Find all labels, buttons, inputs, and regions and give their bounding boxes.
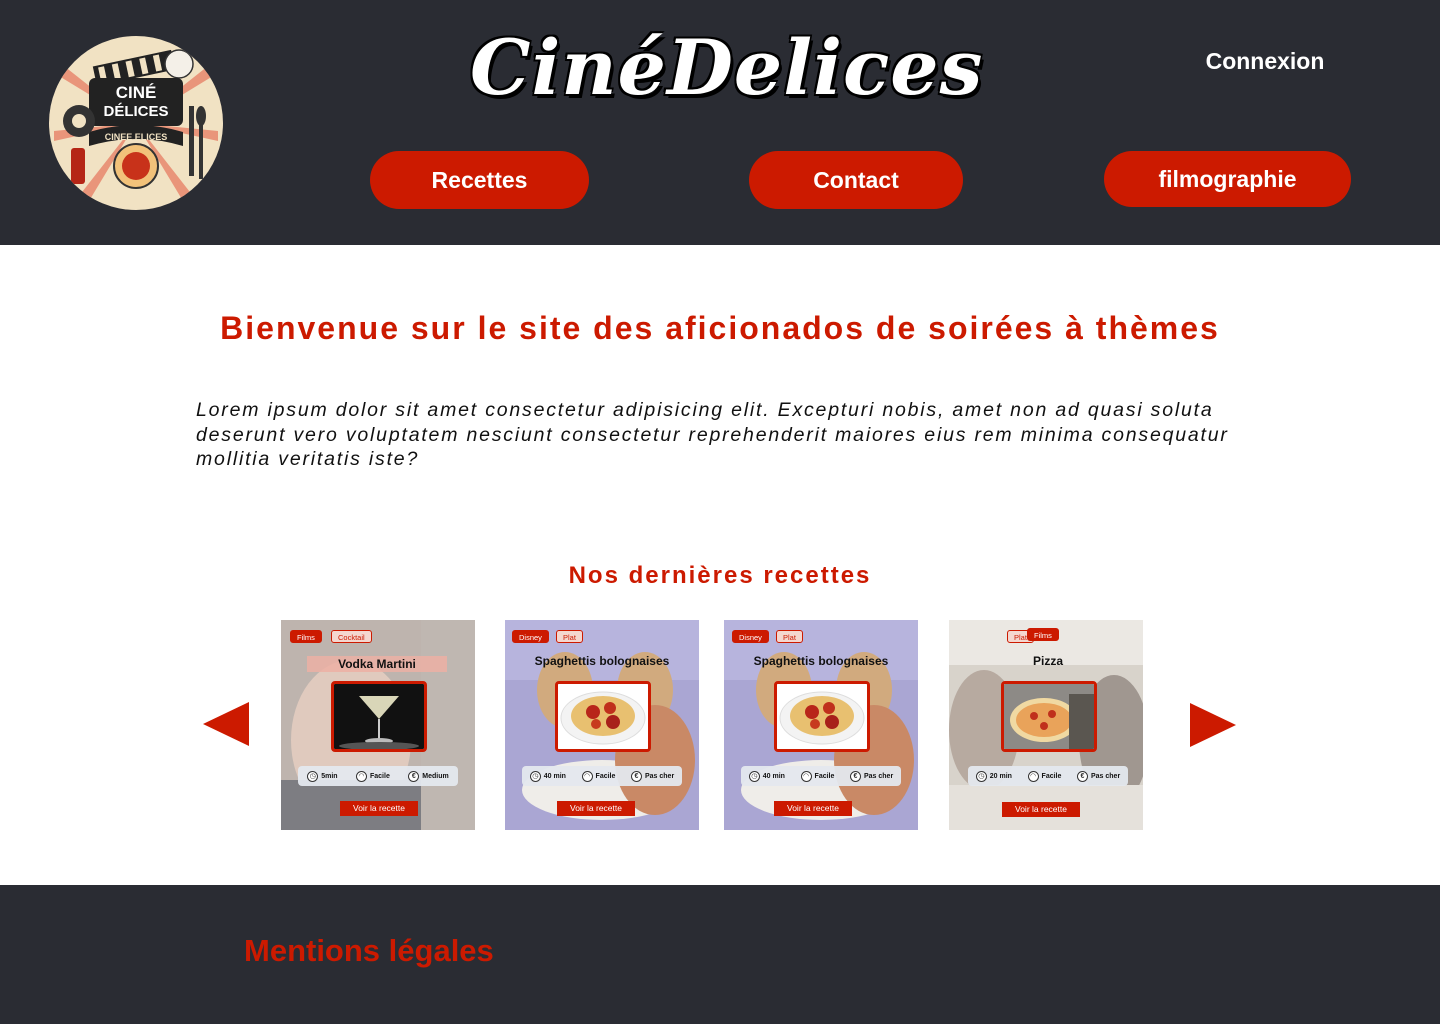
recipe-cost: Pas cher: [863, 772, 894, 780]
card-tag: Plat: [776, 630, 803, 643]
logo-text-line2: DÉLICES: [103, 103, 168, 120]
logo-emblem: CINÉ DÉLICES CINEE ELICES: [52, 39, 220, 207]
triangle-right-icon[interactable]: [1190, 703, 1236, 747]
site-logo[interactable]: CINÉ DÉLICES CINEE ELICES: [49, 36, 223, 210]
recipe-card[interactable]: Disney Plat Spaghettis bolognaises ◷ 40 m…: [724, 620, 918, 830]
see-recipe-button[interactable]: Voir la recette: [340, 801, 418, 816]
triangle-left-icon[interactable]: [203, 702, 249, 746]
recipe-difficulty: Facile: [814, 772, 835, 780]
see-recipe-button[interactable]: Voir la recette: [1002, 802, 1080, 817]
card-title: Spaghettis bolognaises: [753, 654, 889, 668]
card-tag: Disney: [512, 630, 549, 643]
recipe-difficulty: Facile: [595, 772, 616, 780]
recipe-photo: [331, 681, 427, 752]
recipe-cost: Pas cher: [1090, 772, 1121, 780]
recipe-cost: Pas cher: [644, 772, 675, 780]
intro-paragraph: Lorem ipsum dolor sit amet consectetur a…: [196, 399, 1229, 470]
recipe-photo: [555, 681, 651, 752]
gauge-icon: ◠: [1027, 770, 1039, 782]
clock-icon: ◷: [975, 770, 987, 782]
card-title: Pizza: [1032, 654, 1063, 668]
recipe-photo: [774, 681, 870, 752]
card-title: Vodka Martini: [307, 656, 447, 672]
recipe-difficulty: Facile: [1041, 772, 1062, 780]
latest-recipes-title: Nos dernières recettes: [568, 562, 872, 589]
card-tag: Plat: [556, 630, 583, 643]
site-header: CINÉ DÉLICES CINEE ELICES CinéDelices Co…: [0, 0, 1440, 245]
recipe-difficulty: Facile: [370, 772, 390, 780]
see-recipe-button[interactable]: Voir la recette: [557, 801, 635, 816]
gauge-icon: ◠: [800, 770, 812, 782]
card-title: Spaghettis bolognaises: [534, 654, 670, 668]
clock-icon: ◷: [748, 770, 760, 782]
legal-notice-link[interactable]: Mentions légales: [244, 933, 494, 969]
site-footer: Mentions légales: [0, 885, 1440, 1024]
logo-text-line1: CINÉ: [116, 83, 157, 102]
recipe-meta: ◷ 20 min ◠ Facile € Pas cher: [968, 766, 1128, 786]
login-link[interactable]: Connexion: [1190, 44, 1340, 78]
card-tag: Films: [290, 630, 322, 643]
recipe-time: 40 min: [762, 772, 785, 780]
euro-icon: €: [849, 770, 861, 782]
clock-icon: ◷: [307, 770, 319, 782]
recipe-card[interactable]: Plat Films Pizza ◷ 20 min ◠ Facile € Pas ch…: [949, 620, 1143, 830]
recipe-card[interactable]: Films Cocktail Vodka Martini ◷ 5min ◠ Faci…: [281, 620, 475, 830]
recipe-cost: Medium: [422, 772, 449, 780]
recipe-card[interactable]: Disney Plat Spaghettis bolognaises ◷ 40 m…: [505, 620, 699, 830]
recipe-time: 40 min: [543, 772, 566, 780]
euro-icon: €: [408, 770, 420, 782]
recipe-meta: ◷ 40 min ◠ Facile € Pas cher: [741, 766, 901, 786]
card-tag: Films: [1027, 628, 1059, 641]
gauge-icon: ◠: [581, 770, 593, 782]
nav-filmographie-button[interactable]: filmographie: [1104, 151, 1351, 207]
clock-icon: ◷: [529, 770, 541, 782]
recipe-time: 5min: [321, 772, 338, 780]
card-tag: Disney: [732, 630, 769, 643]
logo-ribbon-text: CINEE ELICES: [105, 132, 168, 142]
see-recipe-button[interactable]: Voir la recette: [774, 801, 852, 816]
recipe-photo: [1001, 681, 1097, 752]
euro-icon: €: [630, 770, 642, 782]
recipe-meta: ◷ 5min ◠ Facile € Medium: [298, 766, 458, 786]
site-title: CinéDelices: [470, 23, 984, 112]
euro-icon: €: [1076, 770, 1088, 782]
nav-contact-button[interactable]: Contact: [749, 151, 963, 209]
recipe-time: 20 min: [989, 772, 1012, 780]
recipe-meta: ◷ 40 min ◠ Facile € Pas cher: [522, 766, 682, 786]
card-tag: Cocktail: [331, 630, 372, 643]
welcome-title: Bienvenue sur le site des aficionados de…: [220, 310, 1220, 346]
nav-recettes-button[interactable]: Recettes: [370, 151, 589, 209]
gauge-icon: ◠: [356, 770, 367, 782]
